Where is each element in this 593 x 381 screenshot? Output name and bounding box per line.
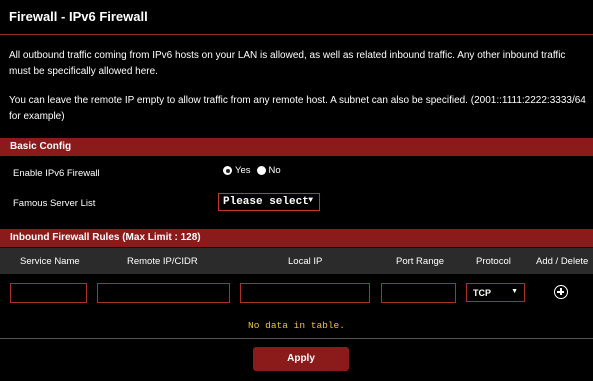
radio-yes[interactable] bbox=[223, 166, 232, 175]
enable-firewall-radio-group: Yes No bbox=[223, 165, 281, 176]
description-outbound: All outbound traffic coming from IPv6 ho… bbox=[9, 50, 566, 77]
title-bar: Firewall - IPv6 Firewall bbox=[0, 0, 593, 35]
protocol-select[interactable]: TCP ▼ bbox=[466, 283, 525, 302]
radio-no-label[interactable]: No bbox=[269, 165, 281, 176]
col-local-ip: Local IP bbox=[288, 256, 323, 267]
description-remote-ip: You can leave the remote IP empty to all… bbox=[9, 95, 586, 122]
rules-table-header: Service Name Remote IP/CIDR Local IP Por… bbox=[0, 248, 593, 274]
empty-table-message: No data in table. bbox=[248, 320, 345, 331]
col-port-range: Port Range bbox=[396, 256, 445, 267]
plus-circle-icon[interactable] bbox=[554, 285, 568, 299]
famous-server-select[interactable]: Please select ▼ bbox=[218, 193, 320, 211]
basic-config-header: Basic Config bbox=[0, 138, 593, 156]
col-service-name: Service Name bbox=[20, 256, 80, 267]
basic-config-title: Basic Config bbox=[10, 141, 72, 152]
remote-ip-input[interactable] bbox=[97, 283, 230, 303]
chevron-down-icon: ▼ bbox=[308, 196, 313, 205]
port-range-input[interactable] bbox=[381, 283, 456, 303]
famous-server-select-value: Please select bbox=[223, 196, 309, 208]
inbound-rules-header: Inbound Firewall Rules (Max Limit : 128) bbox=[0, 229, 593, 247]
inbound-rules-title: Inbound Firewall Rules (Max Limit : 128) bbox=[10, 232, 201, 243]
col-protocol: Protocol bbox=[476, 256, 511, 267]
page-title: Firewall - IPv6 Firewall bbox=[9, 9, 148, 24]
ipv6-firewall-page: Firewall - IPv6 Firewall All outbound tr… bbox=[0, 0, 593, 381]
col-add-delete: Add / Delete bbox=[536, 256, 589, 267]
local-ip-input[interactable] bbox=[240, 283, 370, 303]
radio-no[interactable] bbox=[256, 166, 266, 175]
service-name-input[interactable] bbox=[10, 283, 87, 303]
famous-server-list-label: Famous Server List bbox=[13, 198, 96, 209]
apply-button-label: Apply bbox=[287, 353, 315, 364]
col-remote-ip: Remote IP/CIDR bbox=[127, 256, 198, 267]
radio-yes-label[interactable]: Yes bbox=[235, 165, 251, 176]
protocol-select-value: TCP bbox=[473, 288, 491, 298]
enable-ipv6-firewall-label: Enable IPv6 Firewall bbox=[13, 168, 100, 179]
divider bbox=[0, 338, 593, 339]
apply-button[interactable]: Apply bbox=[253, 347, 349, 371]
chevron-down-icon: ▼ bbox=[511, 288, 518, 295]
